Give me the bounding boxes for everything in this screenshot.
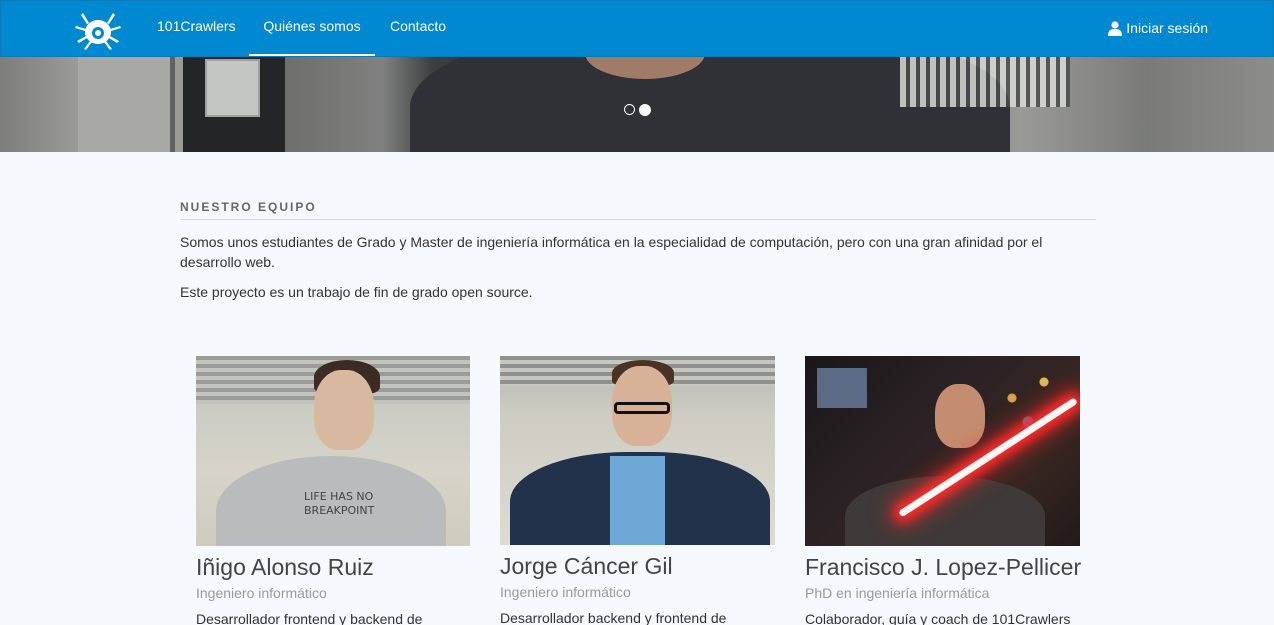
carousel-dot-2[interactable] — [639, 104, 651, 116]
top-navbar: 101Crawlers Quiénes somos Contacto Inici… — [0, 0, 1274, 57]
hero-background-panel — [205, 59, 260, 117]
member-photo — [500, 356, 775, 545]
intro-paragraph: Somos unos estudiantes de Grado y Master… — [180, 234, 1043, 270]
team-card: Francisco J. Lopez-Pellicer PhD en ingen… — [805, 356, 1081, 625]
login-label: Iniciar sesión — [1126, 20, 1208, 36]
member-description: Colaborador, guía y coach de 101Crawlers — [805, 611, 1071, 625]
shirt-print: LIFE HAS NO BREAKPOINT — [304, 490, 375, 517]
member-name: Iñigo Alonso Ruiz — [196, 554, 374, 580]
member-name: Jorge Cáncer Gil — [500, 553, 673, 579]
member-description: Desarrollador backend y frontend de — [500, 610, 727, 625]
nav-link-quienes-somos[interactable]: Quiénes somos — [249, 1, 375, 56]
member-photo — [805, 356, 1080, 546]
nav-link-home[interactable]: 101Crawlers — [157, 1, 236, 56]
member-description: Desarrollador frontend y backend de — [196, 611, 423, 625]
member-name: Francisco J. Lopez-Pellicer — [805, 554, 1082, 580]
hero-background-grate — [900, 57, 1070, 107]
section-title: NUESTRO EQUIPO — [180, 200, 1096, 220]
user-icon — [1108, 21, 1123, 36]
carousel-dot-1[interactable] — [624, 104, 635, 115]
intro-paragraph-2: Este proyecto es un trabajo de fin de gr… — [180, 284, 533, 300]
carousel-indicators — [624, 104, 651, 116]
team-card: LIFE HAS NO BREAKPOINT Iñigo Alonso Ruiz… — [196, 356, 472, 625]
login-link[interactable]: Iniciar sesión — [1108, 1, 1208, 56]
hero-background — [78, 57, 170, 152]
spider-logo-icon[interactable] — [74, 9, 122, 51]
team-card: Jorge Cáncer Gil Ingeniero informático D… — [500, 356, 776, 625]
member-role: Ingeniero informático — [196, 585, 327, 601]
member-role: Ingeniero informático — [500, 584, 631, 600]
nav-link-contacto[interactable]: Contacto — [390, 1, 446, 56]
member-photo: LIFE HAS NO BREAKPOINT — [196, 356, 470, 546]
member-role: PhD en ingeniería informática — [805, 585, 990, 601]
